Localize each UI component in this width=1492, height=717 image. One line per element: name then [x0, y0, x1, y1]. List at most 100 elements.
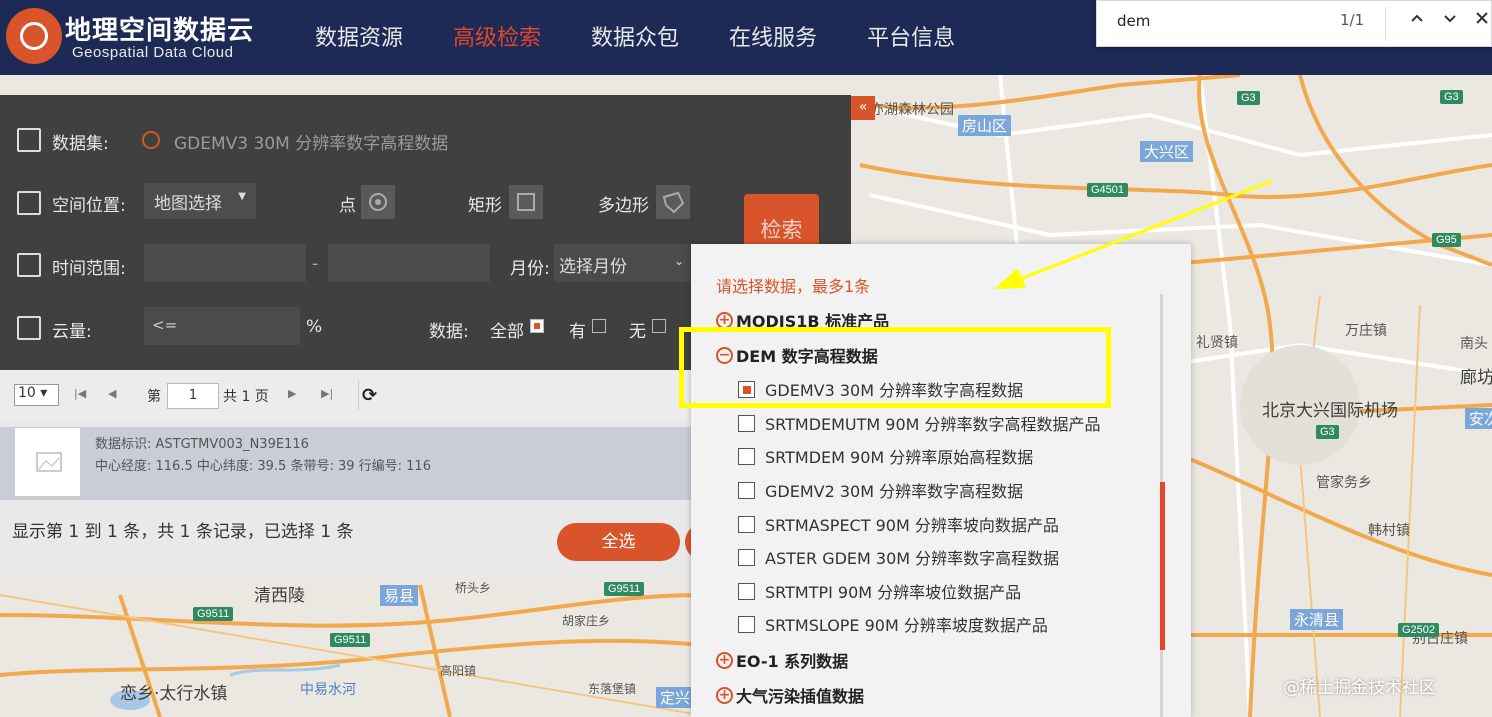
map-label: 定兴 — [656, 687, 695, 708]
checkbox[interactable] — [738, 515, 755, 533]
expand-plus-icon[interactable]: + — [716, 651, 733, 669]
expand-plus-icon[interactable]: + — [716, 686, 733, 704]
scrollbar-thumb[interactable] — [1160, 482, 1165, 650]
thumbnail-image-icon[interactable] — [14, 427, 81, 497]
search-button[interactable]: 检索 — [744, 194, 819, 244]
month-select-value: 选择月份 — [559, 257, 627, 277]
prev-page-icon[interactable]: ◀ — [108, 387, 116, 400]
brand-name-en: Geospatial Data Cloud — [72, 44, 234, 61]
map-label: 礼贤镇 — [1196, 335, 1238, 351]
list-item-aster-gdem[interactable]: ASTER GDEM 30M 分辨率数字高程数据 — [738, 545, 1059, 569]
polygon-label: 多边形 — [598, 196, 649, 216]
data-label: 数据: — [429, 322, 469, 342]
list-item-srtmdem[interactable]: SRTMDEM 90M 分辨率原始高程数据 — [738, 444, 1033, 468]
rect-label: 矩形 — [468, 196, 502, 216]
group-air-pollution[interactable]: + 大气污染插值数据 — [716, 683, 864, 707]
calendar-icon — [17, 253, 41, 277]
collapse-panel-button[interactable]: « — [851, 96, 875, 120]
first-page-icon[interactable]: |◀ — [74, 387, 86, 400]
cloud-input[interactable]: <= — [144, 307, 300, 345]
map-label: 恋乡·太行水镇 — [120, 684, 228, 704]
find-divider — [1385, 7, 1386, 41]
chevron-down-icon[interactable] — [1442, 10, 1458, 30]
map-label: 高阳镇 — [440, 664, 477, 678]
polygon-tool-button[interactable] — [656, 185, 690, 219]
dataset-dropdown: 请选择数据，最多1条 + MODIS1B 标准产品 − DEM 数字高程数据 GDE… — [691, 244, 1191, 717]
expand-plus-icon[interactable]: + — [716, 311, 733, 329]
list-item-gdemv2[interactable]: GDEMV2 30M 分辨率数字高程数据 — [738, 478, 1023, 502]
map-label: 管家务乡 — [1316, 475, 1372, 491]
item-label: SRTMDEMUTM 90M 分辨率数字高程数据产品 — [765, 415, 1101, 434]
checkbox[interactable] — [738, 582, 755, 600]
location-select[interactable]: 地图选择 ▼ — [144, 183, 256, 219]
cloud-label: 云量: — [52, 322, 92, 342]
map-label: 亦湖森林公园 — [870, 102, 954, 118]
dataset-value[interactable]: GDEMV3 30M 分辨率数字高程数据 — [174, 129, 448, 154]
map-label: 万庄镇 — [1345, 323, 1387, 339]
list-item-srtmaspect[interactable]: SRTMASPECT 90M 分辨率坡向数据产品 — [738, 512, 1059, 536]
record-coords: 中心经度: 116.5 中心纬度: 39.5 条带号: 39 行编号: 116 — [95, 459, 431, 474]
main-nav: 数据资源 高级检索 数据众包 在线服务 平台信息 — [315, 20, 955, 52]
find-input[interactable]: dem — [1117, 12, 1150, 30]
item-label: SRTMDEM 90M 分辨率原始高程数据 — [765, 448, 1034, 467]
nav-item-data-resources[interactable]: 数据资源 — [315, 20, 403, 52]
dataset-icon — [17, 128, 41, 152]
nav-item-platform-info[interactable]: 平台信息 — [867, 20, 955, 52]
highway-shield: G3 — [1440, 90, 1463, 104]
nav-item-online-services[interactable]: 在线服务 — [729, 20, 817, 52]
pager-divider — [358, 380, 359, 410]
map-label: 南头 — [1460, 336, 1488, 352]
nav-item-crowdsourcing[interactable]: 数据众包 — [591, 20, 679, 52]
page-size-value: 10 — [18, 385, 36, 401]
highway-shield: G4501 — [1087, 183, 1129, 197]
data-no-checkbox[interactable] — [652, 319, 666, 333]
rectangle-tool-button[interactable] — [509, 185, 543, 219]
caret-down-icon: ▼ — [238, 191, 246, 202]
list-item-srtmdemutm[interactable]: SRTMDEMUTM 90M 分辨率数字高程数据产品 — [738, 411, 1101, 435]
data-all-checkbox[interactable] — [530, 319, 544, 333]
find-bar: dem — [1096, 0, 1492, 47]
data-yes-label: 有 — [569, 322, 586, 342]
highway-shield: G9511 — [604, 582, 645, 596]
logo-globe-icon[interactable] — [6, 8, 62, 64]
cloud-icon — [17, 316, 41, 340]
highway-shield: G9511 — [330, 633, 371, 647]
end-date-input[interactable] — [328, 244, 490, 282]
group-label: EO-1 系列数据 — [736, 652, 849, 671]
month-select[interactable]: 选择月份 ⌄ — [554, 244, 690, 282]
item-label: SRTMASPECT 90M 分辨率坡向数据产品 — [765, 516, 1059, 535]
list-item-srtmtpi[interactable]: SRTMTPI 90M 分辨率坡位数据产品 — [738, 579, 1021, 603]
point-tool-button[interactable] — [361, 185, 395, 219]
next-page-icon[interactable]: ▶ — [288, 387, 296, 400]
highlight-annotation-box — [679, 327, 1111, 408]
list-item-srtmslope[interactable]: SRTMSLOPE 90M 分辨率坡度数据产品 — [738, 612, 1048, 636]
last-page-icon[interactable]: ▶| — [321, 387, 333, 400]
item-label: GDEMV2 30M 分辨率数字高程数据 — [765, 482, 1024, 501]
checkbox[interactable] — [738, 414, 755, 432]
dropdown-hint: 请选择数据，最多1条 — [716, 277, 871, 296]
close-icon[interactable] — [1474, 10, 1490, 30]
select-all-button[interactable]: 全选 — [557, 523, 680, 561]
checkbox[interactable] — [738, 548, 755, 566]
refresh-icon[interactable]: ⟳ — [362, 385, 377, 406]
checkbox[interactable] — [738, 447, 755, 465]
chevron-up-icon[interactable] — [1409, 10, 1425, 30]
checkbox[interactable] — [738, 481, 755, 499]
start-date-input[interactable] — [144, 244, 306, 282]
month-label: 月份: — [510, 259, 550, 279]
watermark: @稀土掘金技术社区 — [1283, 678, 1436, 698]
item-label: SRTMTPI 90M 分辨率坡位数据产品 — [765, 583, 1022, 602]
map-label: 中易水河 — [300, 682, 356, 698]
map-label: 易县 — [380, 585, 419, 606]
map-label: 安次 — [1465, 408, 1492, 429]
data-all-label: 全部 — [490, 322, 524, 342]
brand-name[interactable]: 地理空间数据云 — [65, 10, 254, 47]
checkbox[interactable] — [738, 615, 755, 633]
page-number-input[interactable]: 1 — [167, 383, 219, 409]
page-size-select[interactable]: 10 ▾ — [14, 384, 59, 406]
dataset-remove-icon[interactable] — [142, 131, 160, 149]
data-yes-checkbox[interactable] — [592, 319, 606, 333]
page-prefix: 第 — [147, 389, 161, 405]
group-eo1[interactable]: + EO-1 系列数据 — [716, 648, 848, 672]
nav-item-advanced-search[interactable]: 高级检索 — [453, 20, 541, 52]
